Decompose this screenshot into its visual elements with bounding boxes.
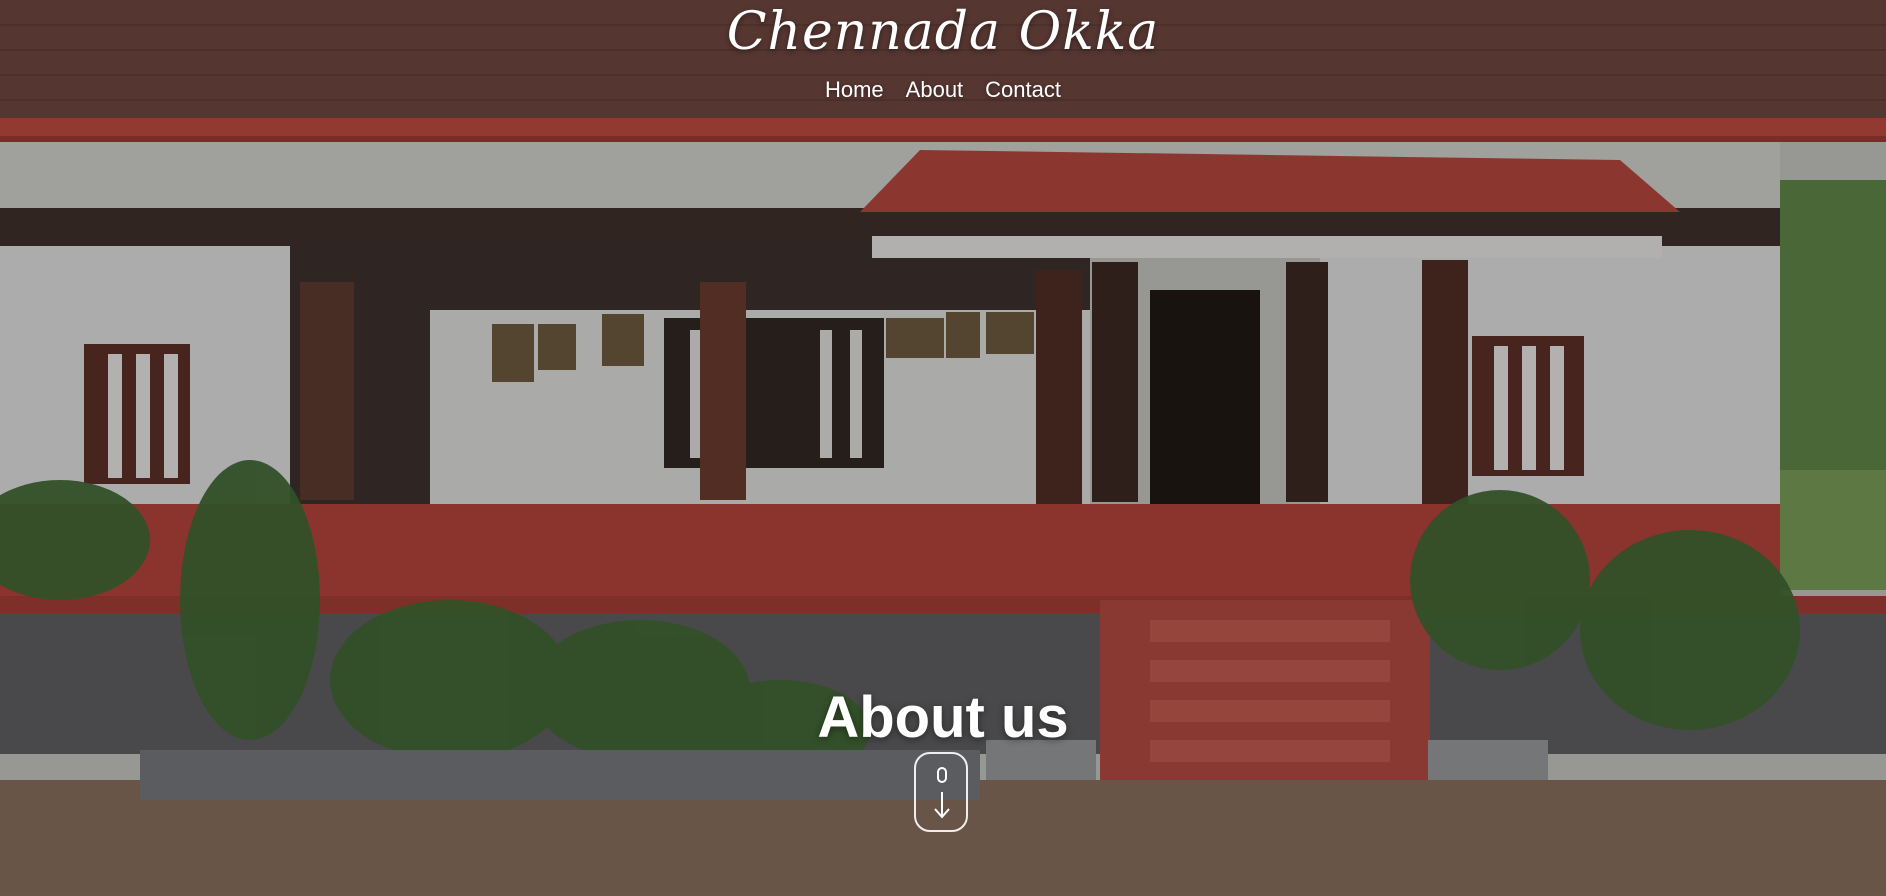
mouse-scroll-down-icon[interactable] — [914, 752, 968, 832]
nav-home-link[interactable]: Home — [825, 77, 884, 103]
nav-contact-link[interactable]: Contact — [985, 77, 1061, 103]
site-logo-title[interactable]: Chennada Okka — [0, 2, 1886, 62]
main-nav: Home About Contact — [0, 77, 1886, 103]
page-heading: About us — [817, 685, 1069, 750]
nav-about-link[interactable]: About — [906, 77, 964, 103]
